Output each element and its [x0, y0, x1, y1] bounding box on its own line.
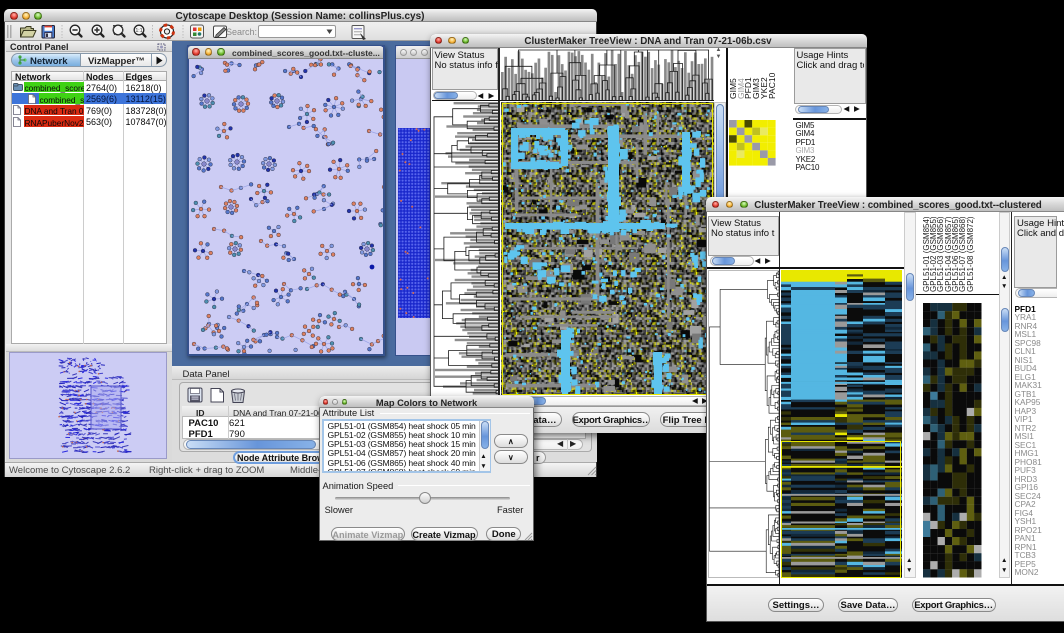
svg-text:1:1: 1:1 [136, 28, 143, 34]
